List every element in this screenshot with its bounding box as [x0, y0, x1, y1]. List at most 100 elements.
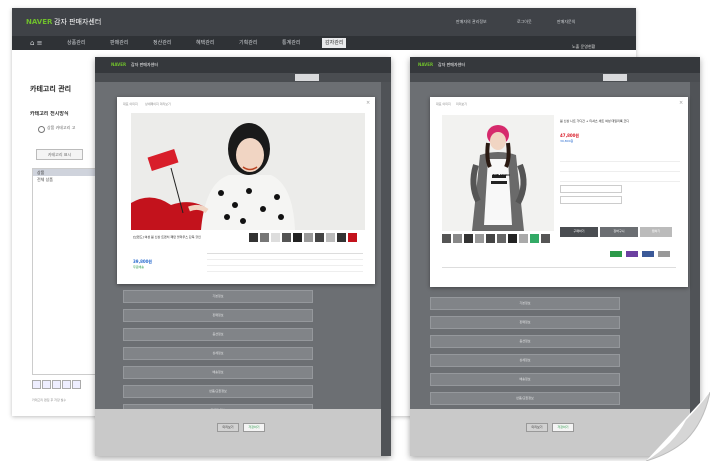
section-row[interactable]: 상세정보 [123, 347, 313, 360]
wishlist-button[interactable]: 찜하기 [640, 227, 672, 237]
thumbnail[interactable] [249, 233, 258, 242]
option-row[interactable] [560, 175, 680, 182]
pager-button[interactable] [32, 380, 41, 389]
thumbnail[interactable] [486, 234, 495, 243]
close-icon[interactable]: × [366, 100, 370, 106]
radio-label: 상품 카테고리 고 [47, 125, 76, 130]
price-sub: 무료배송 [133, 265, 145, 269]
list-item[interactable]: 전체 상품 [33, 176, 101, 183]
modal-tab[interactable]: 상세페이지 미리보기 [145, 102, 171, 106]
thumbnail[interactable] [337, 233, 346, 242]
buy-button[interactable]: 구매하기 [560, 227, 598, 237]
thumbnail[interactable] [464, 234, 473, 243]
tab-settlement[interactable]: 정산관리 [150, 38, 174, 48]
header-link-logout[interactable]: 로그아웃 [517, 19, 532, 25]
section-row[interactable]: 기본정보 [430, 297, 620, 310]
info-table [207, 253, 363, 276]
panel-left: NAVER 감자 판매자센터 대표 이미지 상세페이지 미리보기 × [브랜드]… [95, 57, 391, 456]
thumbnail[interactable] [475, 234, 484, 243]
home-icon[interactable]: ⌂ ≡ [30, 38, 43, 48]
thumbnail[interactable] [541, 234, 550, 243]
option-select[interactable] [560, 185, 622, 193]
tab-stats[interactable]: 통계관리 [279, 38, 303, 48]
naver-logo[interactable]: NAVER [418, 62, 433, 67]
option-row[interactable] [560, 155, 680, 162]
category-list: 상품 전체 상품 [32, 168, 102, 375]
save-button[interactable]: 저장하기 [552, 423, 574, 432]
thumbnail[interactable] [519, 234, 528, 243]
preview-button[interactable]: 미리보기 [526, 423, 548, 432]
naver-logo[interactable]: NAVER [26, 18, 52, 26]
thumbnail[interactable] [453, 234, 462, 243]
cart-button[interactable]: 장바구니 [600, 227, 638, 237]
thumbnail[interactable] [315, 233, 324, 242]
tab-planning[interactable]: 기획관리 [236, 38, 260, 48]
thumbnail[interactable] [271, 233, 280, 242]
thumbnail[interactable] [442, 234, 451, 243]
section-row[interactable]: 옵션정보 [123, 328, 313, 341]
panel-footer: 미리보기 저장하기 [95, 409, 381, 456]
tab-gamja-active[interactable]: 감자관리 [322, 38, 347, 48]
product-title: 봄 신상 니트 가디건 + 티셔츠 세트 여성 데일리룩 코디 [560, 119, 630, 123]
pager-button[interactable] [62, 380, 71, 389]
thumbnail-strip [249, 233, 363, 243]
thumbnail[interactable] [293, 233, 302, 242]
sub-link[interactable]: 노출 운영현황 [572, 44, 595, 50]
section-row[interactable]: 배송정보 [430, 373, 620, 386]
naver-logo[interactable]: NAVER [111, 62, 126, 67]
thumbnail[interactable] [497, 234, 506, 243]
app-title: 감자 판매자센터 [131, 62, 159, 67]
tab-benefits[interactable]: 혜택관리 [193, 38, 217, 48]
section-title: 카테고리 관리 [30, 85, 72, 93]
modal-tab[interactable]: 대표 이미지 [436, 102, 451, 106]
section-row[interactable]: 배송정보 [123, 366, 313, 379]
section-rows: 기본정보 판매정보 옵션정보 상세정보 배송정보 반품/교환정보 판매자 정보 [430, 297, 620, 424]
app-title: 감자 판매자센터 [54, 18, 102, 26]
share-icon[interactable] [658, 251, 670, 257]
share-icons [610, 251, 680, 258]
section-row[interactable]: 반품/교환정보 [430, 392, 620, 405]
section-row[interactable]: 판매정보 [123, 309, 313, 322]
section-row[interactable]: 판매정보 [430, 316, 620, 329]
modal-tab[interactable]: 미리보기 [456, 102, 467, 106]
section-row[interactable]: 기본정보 [123, 290, 313, 303]
thumbnail[interactable] [348, 233, 357, 242]
section-row[interactable]: 옵션정보 [430, 335, 620, 348]
option-row[interactable] [560, 165, 680, 172]
option-select[interactable] [560, 196, 622, 204]
nav-tab-active[interactable] [603, 74, 627, 81]
thumbnail-strip [442, 234, 554, 244]
pager-button[interactable] [72, 380, 81, 389]
nav-tab-active[interactable] [295, 74, 319, 81]
thumbnail[interactable] [326, 233, 335, 242]
section-row[interactable]: 상세정보 [430, 354, 620, 367]
list-item-selected[interactable]: 상품 [33, 169, 101, 176]
price-sub: 39,800원 [560, 139, 574, 143]
close-icon[interactable]: × [679, 100, 683, 106]
thumbnail[interactable] [282, 233, 291, 242]
thumbnail[interactable] [508, 234, 517, 243]
tab-products[interactable]: 상품관리 [64, 38, 88, 48]
option-table [560, 155, 680, 205]
thumbnail[interactable] [304, 233, 313, 242]
modal-tab[interactable]: 대표 이미지 [123, 102, 138, 106]
back-header: NAVER 감자 판매자센터 판매자의 관리정보 로그아웃 판매자문의 [12, 8, 636, 36]
product-preview-modal: 대표 이미지 미리보기 × THE SHOO 봄 신상 니트 가디건 + 티셔츠… [430, 97, 688, 287]
share-icon[interactable] [642, 251, 654, 257]
header-link-contact[interactable]: 판매자문의 [557, 19, 575, 25]
pager-button[interactable] [52, 380, 61, 389]
share-icon[interactable] [610, 251, 622, 257]
section-row[interactable]: 반품/교환정보 [123, 385, 313, 398]
header-link-info[interactable]: 판매자의 관리정보 [456, 19, 487, 25]
tab-sales[interactable]: 판매관리 [107, 38, 131, 48]
thumbnail[interactable] [260, 233, 269, 242]
panel-nav [410, 73, 700, 82]
save-button[interactable]: 저장하기 [243, 423, 265, 432]
preview-button[interactable]: 미리보기 [217, 423, 239, 432]
filter-button[interactable]: 카테고리 표시 [36, 149, 83, 160]
radio-button[interactable] [38, 126, 45, 133]
back-tab-bar: ⌂ ≡ 상품관리 판매관리 정산관리 혜택관리 기획관리 통계관리 감자관리 [12, 36, 636, 50]
thumbnail[interactable] [530, 234, 539, 243]
pager-button[interactable] [42, 380, 51, 389]
share-icon[interactable] [626, 251, 638, 257]
